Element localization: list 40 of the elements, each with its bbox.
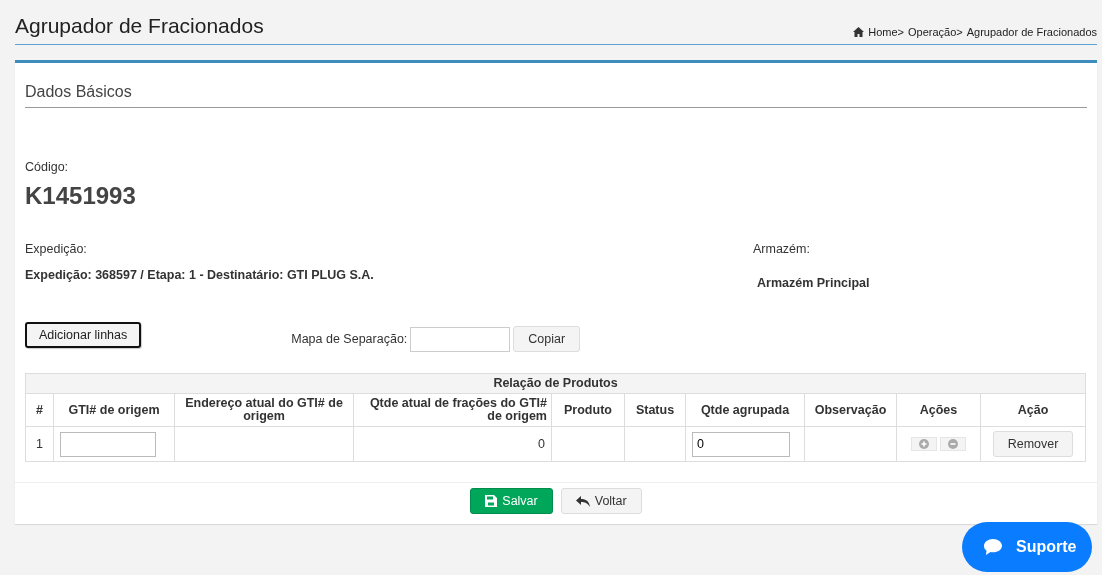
separation-map-field[interactable]	[410, 326, 511, 352]
reply-arrow-icon	[575, 495, 590, 507]
separation-map-label: Mapa de Separação:	[291, 332, 408, 346]
table-cell: 0	[353, 426, 552, 462]
remove-row-button[interactable]	[940, 436, 966, 451]
expedition-value: Expedição: 368597 / Etapa: 1 - Destinatário: GTI PLUG S.A.	[25, 268, 375, 282]
table-cell: 1	[25, 426, 54, 462]
code-label: Código:	[25, 160, 70, 174]
column-header: Qtde atual de frações do GTI# de origem	[353, 393, 552, 427]
back-button[interactable]: Voltar	[560, 488, 642, 515]
remove-button[interactable]: Remover	[992, 431, 1074, 458]
chat-bubble-icon	[984, 538, 1002, 556]
column-header: #	[25, 393, 54, 427]
column-header: Qtde agrupada	[685, 393, 805, 427]
gti-input-field[interactable]	[60, 431, 156, 457]
column-header: GTI# de origem	[53, 393, 175, 427]
column-header: Observação	[804, 393, 897, 427]
column-header: Ação	[980, 393, 1086, 427]
code-value: K1451993	[25, 182, 137, 210]
breadcrumb-link[interactable]: Agrupador de Fracionados	[966, 26, 1097, 38]
expedition-label: Expedição:	[25, 242, 88, 256]
section-title: Dados Básicos	[25, 63, 1087, 108]
column-header: Ações	[896, 393, 981, 427]
warehouse-label: Armazém:	[753, 242, 811, 256]
minus-icon	[948, 438, 958, 449]
breadcrumb-link[interactable]: Home>	[868, 26, 904, 38]
grouped-qty-field[interactable]: 0	[692, 431, 790, 457]
column-header: Status	[624, 393, 686, 427]
column-header: Produto	[551, 393, 625, 427]
copy-button[interactable]: Copiar	[513, 326, 581, 352]
add-row-button[interactable]	[911, 436, 937, 451]
plus-icon	[919, 438, 929, 449]
support-button[interactable]: Suporte	[962, 522, 1092, 572]
table-title: Relação de Produtos	[25, 373, 1086, 394]
add-lines-button[interactable]: Adicionar linhas	[25, 322, 142, 348]
warehouse-value: Armazém Principal	[757, 276, 870, 290]
home-icon	[853, 27, 865, 37]
breadcrumb-link[interactable]: Operação>	[908, 26, 963, 38]
page-title: Agrupador de Fracionados	[15, 14, 264, 38]
column-header: Endereço atual do GTI# de origem	[174, 393, 354, 427]
